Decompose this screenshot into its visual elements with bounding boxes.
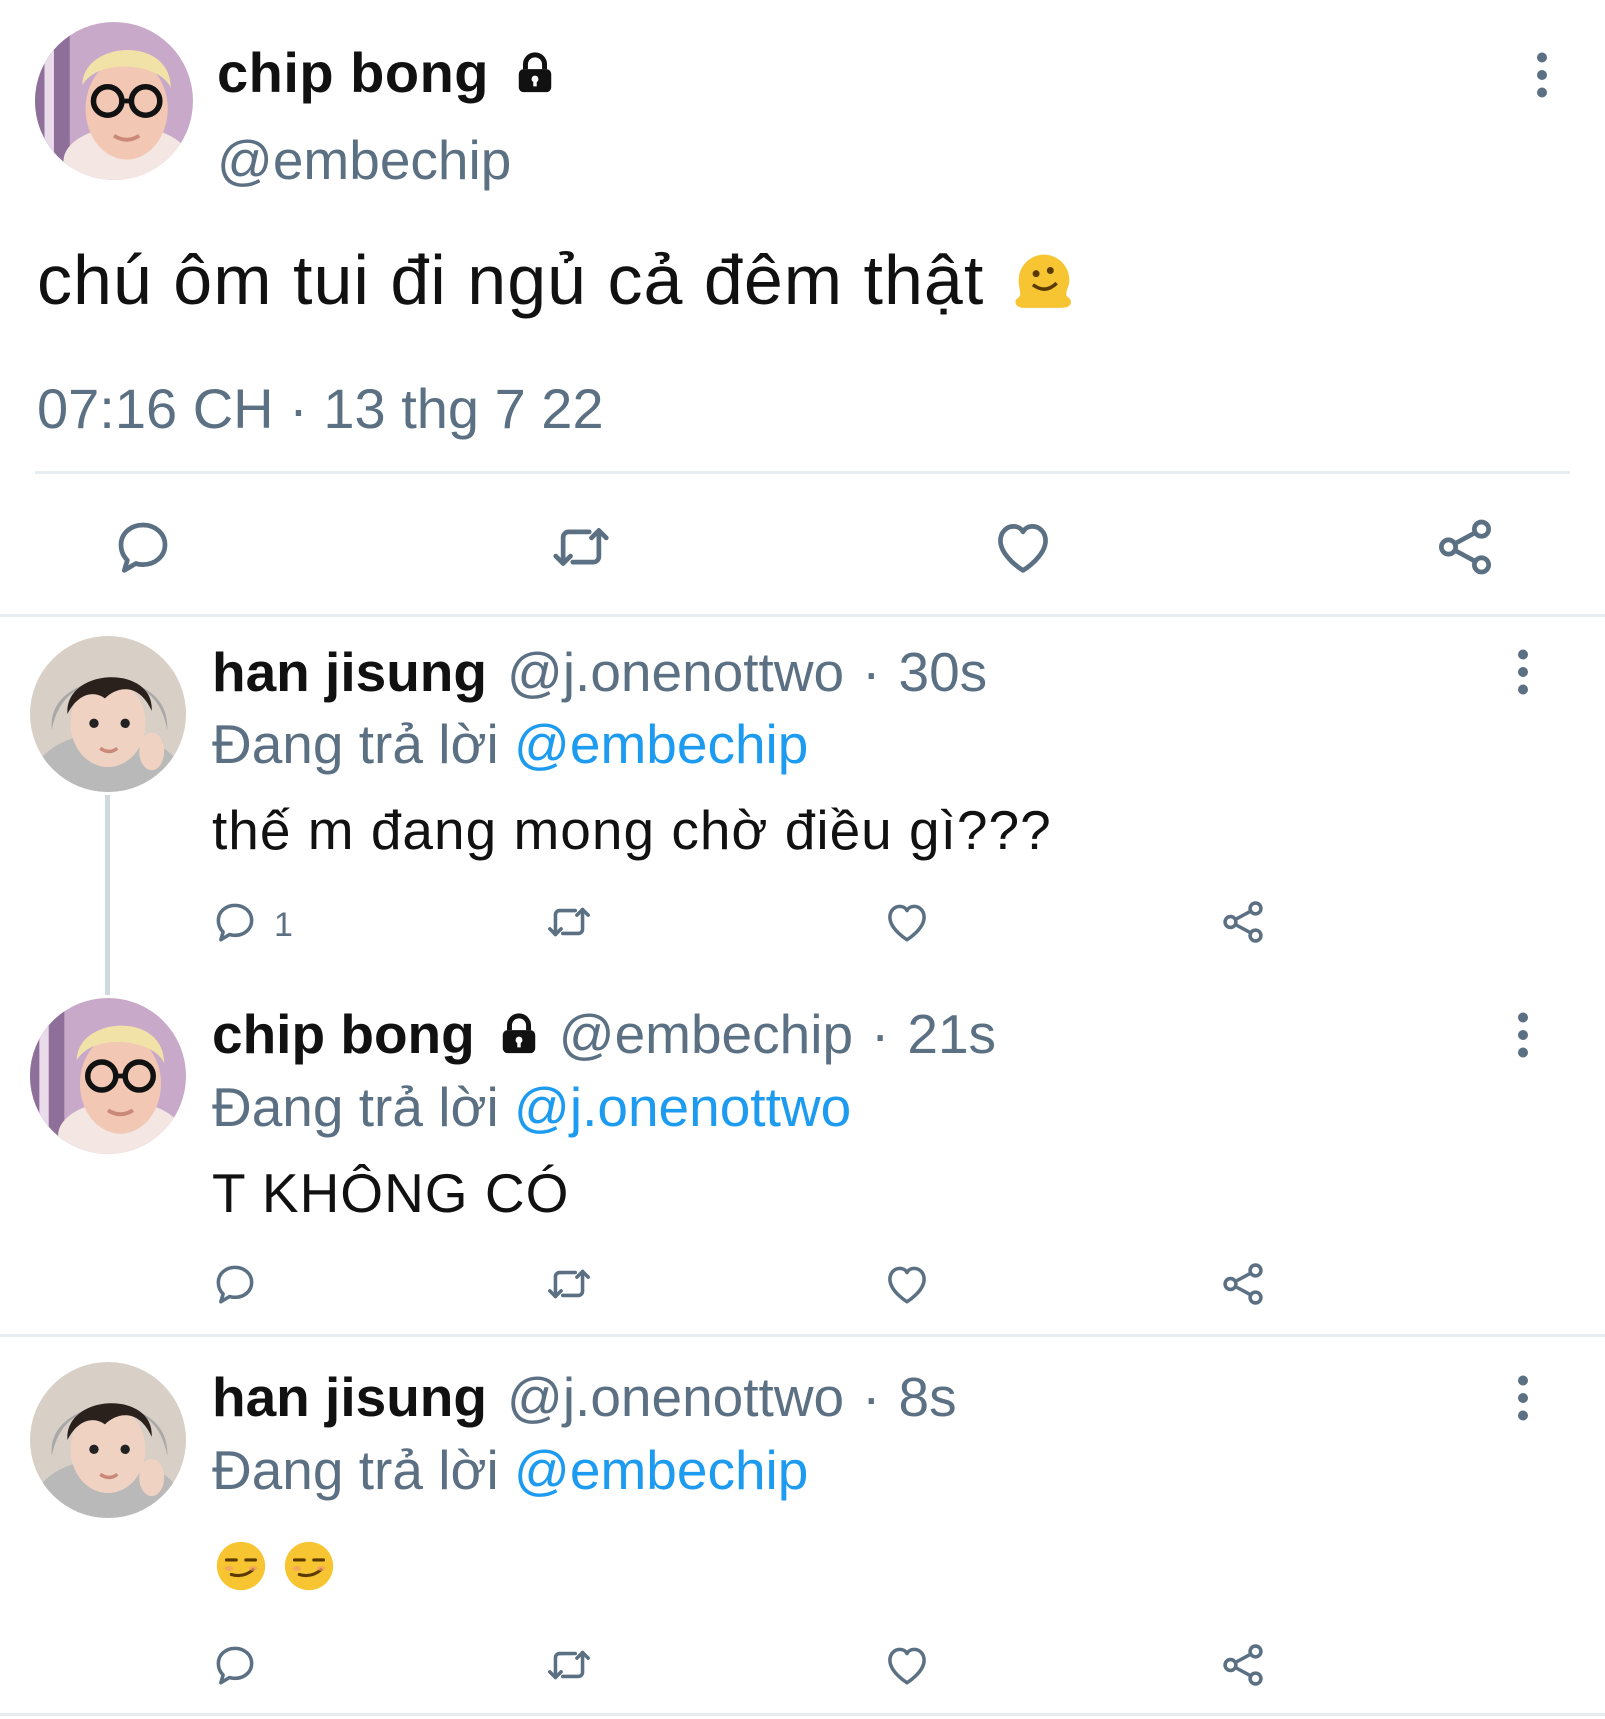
lock-icon <box>515 52 555 94</box>
reply-time[interactable]: 21s <box>907 1002 996 1066</box>
like-button[interactable] <box>882 1259 932 1309</box>
retweet-icon <box>544 1640 594 1690</box>
avatar[interactable] <box>35 22 193 180</box>
author-name[interactable]: han jisung <box>212 1365 487 1429</box>
replying-to: Đang trả lời @j.onenottwo <box>212 1075 851 1139</box>
author-name[interactable]: han jisung <box>212 640 487 704</box>
melting-face-icon <box>1006 242 1082 318</box>
replying-prefix: Đang trả lời <box>212 713 499 775</box>
reply-button[interactable] <box>210 1259 260 1309</box>
avatar[interactable] <box>30 998 186 1154</box>
avatar[interactable] <box>30 1362 186 1518</box>
divider <box>35 471 1570 474</box>
separator: · <box>862 1366 881 1428</box>
author-name[interactable]: chip bong <box>212 1002 539 1066</box>
tweet-text: chú ôm tui đi ngủ cả đêm thật <box>37 240 1082 320</box>
more-options-icon[interactable] <box>1513 1010 1533 1060</box>
tweet-text-body: chú ôm tui đi ngủ cả đêm thật <box>37 241 985 319</box>
mention-link[interactable]: @j.onenottwo <box>514 1076 851 1138</box>
retweet-icon <box>544 1259 594 1309</box>
reply-icon <box>110 514 176 580</box>
author-handle[interactable]: @j.onenottwo <box>507 1365 844 1429</box>
share-button[interactable] <box>1218 897 1268 947</box>
retweet-button[interactable] <box>544 1259 594 1309</box>
separator: · <box>871 1003 890 1065</box>
share-button[interactable] <box>1218 1640 1268 1690</box>
reply-button[interactable] <box>110 514 176 580</box>
like-icon <box>882 1640 932 1690</box>
more-options-icon[interactable] <box>1513 1373 1533 1423</box>
share-button[interactable] <box>1432 514 1498 580</box>
divider <box>0 1334 1605 1337</box>
divider <box>0 1713 1605 1716</box>
author-name-text: chip bong <box>217 41 490 104</box>
author-handle[interactable]: @j.onenottwo <box>507 640 844 704</box>
mention-link[interactable]: @embechip <box>514 1439 808 1501</box>
separator: · <box>862 641 881 703</box>
share-icon <box>1218 897 1268 947</box>
author-handle[interactable]: @embechip <box>217 128 511 192</box>
reply-count: 1 <box>274 906 293 944</box>
like-button[interactable] <box>882 897 932 947</box>
reply-icon <box>210 897 260 947</box>
avatar[interactable] <box>30 636 186 792</box>
reply-button[interactable] <box>210 1640 260 1690</box>
retweet-button[interactable] <box>544 1640 594 1690</box>
like-button[interactable] <box>990 514 1056 580</box>
reply-header: han jisung @j.onenottwo · 30s <box>212 640 987 704</box>
retweet-icon <box>544 897 594 947</box>
reply-header: chip bong @embechip · 21s <box>212 1002 996 1066</box>
author-name-text: chip bong <box>212 1003 475 1065</box>
replying-prefix: Đang trả lời <box>212 1439 499 1501</box>
divider <box>0 614 1605 617</box>
reply-button[interactable] <box>210 897 260 947</box>
lock-icon <box>499 1013 539 1055</box>
like-icon <box>882 897 932 947</box>
reply-text: thế m đang mong chờ điều gì??? <box>212 799 1052 861</box>
reply-time[interactable]: 8s <box>898 1365 956 1429</box>
replying-to: Đang trả lời @embechip <box>212 1438 808 1502</box>
replying-to: Đang trả lời @embechip <box>212 712 808 776</box>
retweet-button[interactable] <box>548 514 614 580</box>
like-icon <box>882 1259 932 1309</box>
author-handle[interactable]: @embechip <box>559 1002 853 1066</box>
reply-icon <box>210 1259 260 1309</box>
like-icon <box>990 514 1056 580</box>
share-icon <box>1218 1640 1268 1690</box>
replying-prefix: Đang trả lời <box>212 1076 499 1138</box>
reply-header: han jisung @j.onenottwo · 8s <box>212 1365 957 1429</box>
reply-emoji <box>212 1537 338 1595</box>
share-icon <box>1218 1259 1268 1309</box>
smirking-face-icon <box>280 1537 338 1595</box>
like-button[interactable] <box>882 1640 932 1690</box>
tweet-timestamp[interactable]: 07:16 CH · 13 thg 7 22 <box>37 376 604 441</box>
mention-link[interactable]: @embechip <box>514 713 808 775</box>
smirking-face-icon <box>212 1537 270 1595</box>
retweet-icon <box>548 514 614 580</box>
share-button[interactable] <box>1218 1259 1268 1309</box>
reply-text: T KHÔNG CÓ <box>212 1162 570 1224</box>
thread-line <box>105 795 110 995</box>
retweet-button[interactable] <box>544 897 594 947</box>
more-options-icon[interactable] <box>1513 647 1533 697</box>
more-options-icon[interactable] <box>1532 50 1552 100</box>
reply-time[interactable]: 30s <box>898 640 987 704</box>
author-name[interactable]: chip bong <box>217 40 555 105</box>
share-icon <box>1432 514 1498 580</box>
reply-icon <box>210 1640 260 1690</box>
